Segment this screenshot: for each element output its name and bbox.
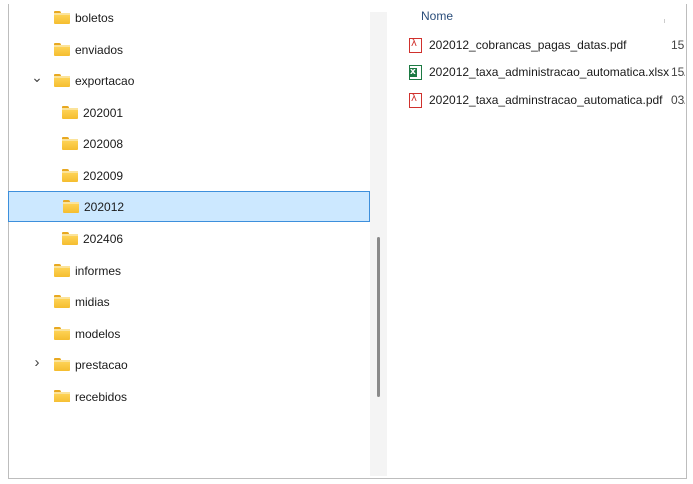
navigation-tree: boletos enviados ⌄ exportacao 202001 202008 20…: [8, 0, 370, 479]
folder-icon: [62, 232, 78, 245]
tree-item-202009[interactable]: 202009: [8, 161, 370, 192]
tree-item-202406[interactable]: 202406: [8, 224, 370, 255]
file-date-modified: 03/: [671, 93, 685, 107]
tree-item-label: 202009: [83, 169, 124, 183]
file-row[interactable]: 202012_cobrancas_pagas_datas.pdf 15: [409, 38, 685, 62]
chevron-right-icon[interactable]: ›: [30, 355, 44, 370]
file-date-modified: 15/: [671, 65, 685, 79]
folder-icon: [54, 390, 70, 402]
folder-icon: [54, 358, 70, 371]
tree-item-label: informes: [75, 264, 122, 278]
folder-icon: [62, 137, 78, 150]
chevron-down-icon[interactable]: ⌄: [30, 70, 44, 84]
tree-item-label: 202008: [83, 137, 124, 151]
file-date-modified: 15: [671, 38, 685, 52]
tree-item-prestacao[interactable]: › prestacao: [8, 350, 370, 381]
tree-item-label: exportacao: [75, 74, 135, 88]
tree-item-label: prestacao: [75, 358, 128, 372]
pdf-icon: [409, 93, 422, 108]
folder-icon: [62, 169, 78, 182]
folder-icon: [63, 200, 79, 213]
folder-icon: [54, 264, 70, 277]
tree-item-label: boletos: [75, 11, 114, 25]
tree-item-label: enviados: [75, 43, 124, 57]
file-row[interactable]: 202012_taxa_administracao_automatica.xls…: [409, 65, 685, 89]
excel-icon: [409, 65, 422, 80]
tree-scrollbar-thumb[interactable]: [377, 237, 380, 397]
tree-item-recebidos[interactable]: recebidos: [8, 382, 370, 404]
column-separator[interactable]: [664, 19, 665, 23]
tree-scrollbar[interactable]: [370, 12, 387, 476]
tree-item-boletos[interactable]: boletos: [8, 3, 370, 34]
tree-item-midias[interactable]: midias: [8, 287, 370, 318]
tree-item-label: 202406: [83, 232, 124, 246]
file-name: 202012_taxa_administracao_automatica.xls…: [429, 65, 670, 79]
column-header-name[interactable]: Nome: [421, 9, 453, 23]
file-row[interactable]: 202012_taxa_adminstracao_automatica.pdf 0…: [409, 93, 685, 117]
folder-icon: [54, 74, 70, 87]
folder-icon: [54, 43, 70, 56]
folder-icon: [54, 11, 70, 24]
tree-item-202001[interactable]: 202001: [8, 98, 370, 129]
file-name: 202012_cobrancas_pagas_datas.pdf: [429, 38, 627, 52]
folder-icon: [54, 295, 70, 308]
tree-item-informes[interactable]: informes: [8, 256, 370, 287]
tree-item-enviados[interactable]: enviados: [8, 35, 370, 66]
tree-item-label: modelos: [75, 327, 121, 341]
pdf-icon: [409, 38, 422, 53]
tree-item-label: 202012: [84, 200, 125, 214]
tree-item-modelos[interactable]: modelos: [8, 319, 370, 350]
tree-item-202008[interactable]: 202008: [8, 129, 370, 160]
tree-item-exportacao[interactable]: ⌄ exportacao: [8, 66, 370, 97]
tree-item-label: 202001: [83, 106, 124, 120]
tree-item-202012[interactable]: 202012: [8, 191, 370, 222]
folder-icon: [62, 106, 78, 119]
tree-item-label: midias: [75, 295, 110, 309]
tree-item-label: recebidos: [75, 390, 128, 404]
file-name: 202012_taxa_adminstracao_automatica.pdf: [429, 93, 663, 107]
folder-icon: [54, 327, 70, 340]
